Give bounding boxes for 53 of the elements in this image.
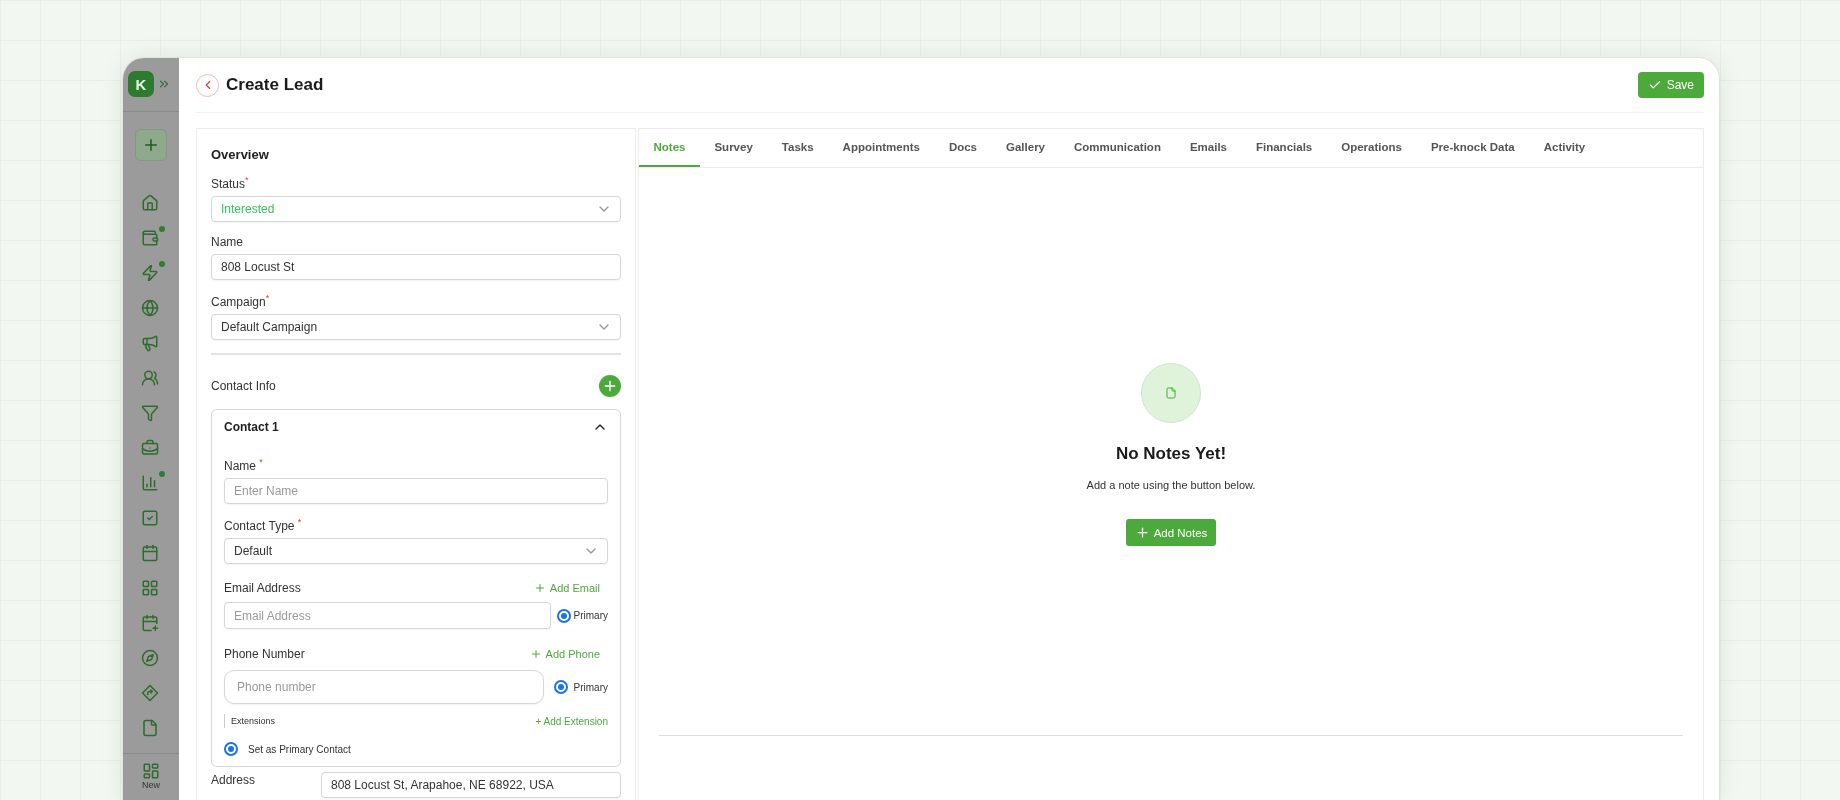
back-button[interactable] [196, 73, 219, 97]
tab[interactable]: Operations [1326, 129, 1417, 167]
tab[interactable]: Gallery [991, 129, 1060, 167]
empty-state-text: Add a note using the button below. [1086, 479, 1256, 491]
tab[interactable]: Financials [1241, 129, 1327, 167]
dashboard-icon [142, 762, 160, 780]
plus-icon [533, 582, 546, 594]
tab[interactable]: Tasks [767, 129, 829, 167]
field-label: Contact Type $^{*}$ [224, 517, 303, 533]
section-heading: Overview [211, 147, 270, 162]
radio-button[interactable] [553, 680, 568, 694]
tab[interactable]: Emails [1175, 129, 1242, 167]
select-field[interactable]: Default Campaign [211, 314, 621, 340]
logo: K [128, 71, 154, 97]
check-icon [1647, 78, 1662, 92]
field-label: Name [211, 235, 244, 249]
plus-icon [1134, 525, 1150, 540]
expand-icon[interactable] [157, 77, 171, 91]
empty-state-title: No Notes Yet! [1115, 444, 1227, 464]
tab[interactable]: Communication [1059, 129, 1176, 167]
contact-title: Contact 1 [224, 420, 279, 434]
field-label: Campaign$^{*}$ [211, 293, 271, 309]
radio-label: Set as Primary Contact [248, 743, 351, 755]
radio-label: Primary [573, 610, 608, 621]
field-label: Phone Number [224, 647, 305, 661]
field-label: Address [211, 772, 257, 789]
tab[interactable]: Activity [1529, 129, 1600, 167]
new-menu-item[interactable]: New [123, 753, 179, 790]
field-label: Extensions [231, 716, 276, 726]
plus-icon [602, 378, 618, 394]
tab[interactable]: Docs [934, 129, 992, 167]
input-field[interactable]: 808 Locust St [211, 254, 621, 280]
plus-icon [529, 648, 542, 660]
field-label: Name $^{*}$ [224, 457, 264, 473]
notification-dot [159, 471, 165, 477]
plus-icon [142, 136, 160, 154]
notification-dot [159, 226, 165, 232]
radio-label: Primary [573, 681, 608, 693]
input-field[interactable]: 808 Locust St, Arapahoe, NE 68922, USA [321, 772, 621, 798]
tab[interactable]: Pre-knock Data [1416, 129, 1530, 167]
file-icon [1165, 387, 1177, 399]
radio-button[interactable] [224, 742, 238, 756]
tab[interactable]: Survey [699, 129, 768, 167]
add-button[interactable] [135, 129, 167, 161]
radio-button[interactable] [556, 608, 571, 623]
add-contact-button[interactable] [599, 375, 621, 397]
field-label: Email Address [224, 581, 301, 595]
tab[interactable]: Appointments [828, 129, 935, 167]
notification-dot [159, 261, 165, 267]
section-label: Contact Info [211, 379, 276, 393]
select-field[interactable]: Default [224, 538, 608, 564]
page-title: Create Lead [226, 75, 324, 95]
field-label: Status$^{*}$ [211, 175, 250, 191]
